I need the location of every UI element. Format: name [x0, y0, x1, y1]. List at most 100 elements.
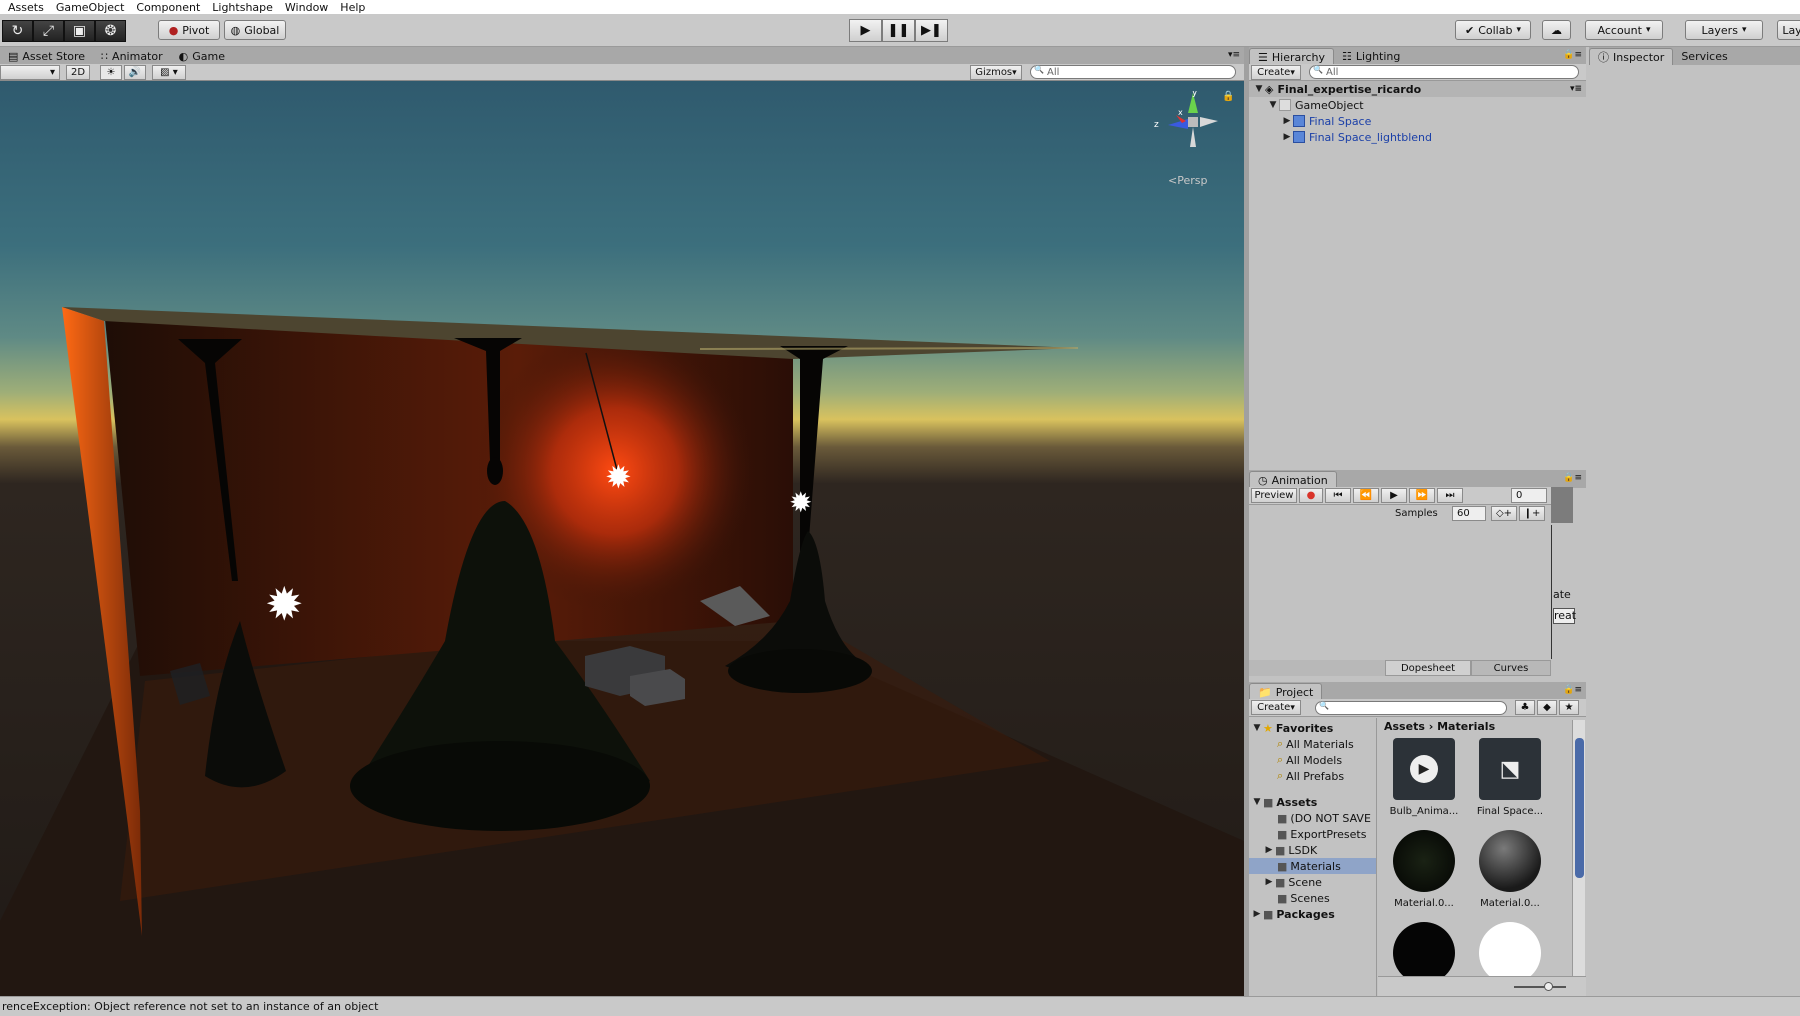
- projection-label[interactable]: <Persp: [1168, 174, 1207, 187]
- tab-hierarchy[interactable]: ☰ Hierarchy: [1249, 48, 1335, 65]
- collapse-arrow-icon[interactable]: ▶: [1281, 116, 1293, 126]
- tab-lighting[interactable]: ☷ Lighting: [1334, 48, 1408, 65]
- pause-icon[interactable]: ❚❚: [882, 19, 915, 42]
- favorite-item[interactable]: ⌕ All Prefabs: [1249, 768, 1376, 784]
- size-slider-handle[interactable]: [1544, 982, 1553, 991]
- preview-toggle[interactable]: Preview: [1251, 488, 1297, 503]
- favorites-row[interactable]: ▼ ★ Favorites: [1249, 720, 1376, 736]
- filter-label-button[interactable]: ◆: [1537, 700, 1557, 715]
- favorite-item[interactable]: ⌕ All Materials: [1249, 736, 1376, 752]
- menu-component[interactable]: Component: [136, 1, 200, 14]
- scrollbar-thumb[interactable]: [1575, 738, 1584, 878]
- add-event-button[interactable]: ❙+: [1519, 506, 1545, 521]
- expand-arrow-icon[interactable]: ▼: [1251, 797, 1263, 807]
- panel-menu-icon[interactable]: 🔒≡: [1563, 685, 1582, 695]
- project-create-button[interactable]: Create: [1251, 700, 1301, 715]
- samples-field[interactable]: 60: [1452, 506, 1486, 521]
- transform-tool-icon[interactable]: ❂: [95, 20, 126, 42]
- audio-toggle[interactable]: 🔊: [124, 65, 146, 80]
- scene-menu-icon[interactable]: ▾≡: [1570, 84, 1582, 94]
- scale-tool-icon[interactable]: ⤢: [33, 20, 64, 42]
- point-light-gizmo-icon[interactable]: ✹: [265, 581, 304, 627]
- assets-row[interactable]: ▼ ■ Assets: [1249, 794, 1376, 810]
- favorite-button[interactable]: ★: [1559, 700, 1579, 715]
- panel-menu-icon[interactable]: ▾≡: [1228, 50, 1240, 60]
- record-button[interactable]: ●: [1299, 488, 1323, 503]
- folder-item-selected[interactable]: ■ Materials: [1249, 858, 1376, 874]
- collapse-arrow-icon[interactable]: ▶: [1281, 132, 1293, 142]
- project-search-input[interactable]: [1315, 701, 1507, 715]
- play-button[interactable]: ▶: [1381, 488, 1407, 503]
- filter-type-button[interactable]: ♣: [1515, 700, 1535, 715]
- gizmos-dropdown[interactable]: Gizmos: [970, 65, 1022, 80]
- scene-row[interactable]: ▼ ◈ Final_expertise_ricardo ▾≡: [1249, 81, 1586, 97]
- pivot-button[interactable]: ● Pivot: [158, 20, 220, 40]
- orientation-gizmo[interactable]: y z x: [1148, 88, 1228, 161]
- hierarchy-item[interactable]: ▶ Final Space: [1249, 113, 1586, 129]
- global-button[interactable]: ◍ Global: [224, 20, 286, 40]
- menu-gameobject[interactable]: GameObject: [56, 1, 125, 14]
- breadcrumb-assets[interactable]: Assets: [1384, 720, 1425, 733]
- step-icon[interactable]: ▶❚: [915, 19, 948, 42]
- collapse-arrow-icon[interactable]: ▶: [1251, 909, 1263, 919]
- tab-inspector[interactable]: ⓘ Inspector: [1589, 48, 1674, 65]
- rotate-tool-icon[interactable]: ↻: [2, 20, 33, 42]
- tab-curves[interactable]: Curves: [1471, 660, 1551, 676]
- next-key-button[interactable]: ⏩: [1409, 488, 1435, 503]
- breadcrumb-materials[interactable]: Materials: [1437, 720, 1495, 733]
- account-button[interactable]: Account: [1585, 20, 1663, 40]
- folder-item[interactable]: ▶ ■ LSDK: [1249, 842, 1376, 858]
- frame-field[interactable]: 0: [1511, 488, 1547, 503]
- shading-mode-dropdown[interactable]: ▾: [0, 65, 60, 80]
- tab-asset-store[interactable]: ▤ Asset Store: [0, 48, 93, 65]
- panel-menu-icon[interactable]: 🔒≡: [1563, 50, 1582, 60]
- expand-arrow-icon[interactable]: ▼: [1251, 723, 1263, 733]
- asset-tile[interactable]: ⬔ Final Space...: [1470, 738, 1550, 817]
- size-slider[interactable]: [1514, 986, 1566, 988]
- asset-tile[interactable]: ▶ Bulb_Anima...: [1384, 738, 1464, 817]
- menu-window[interactable]: Window: [285, 1, 328, 14]
- expand-arrow-icon[interactable]: ▼: [1267, 100, 1279, 110]
- status-bar[interactable]: renceException: Object reference not set…: [0, 996, 1800, 1016]
- menu-assets[interactable]: Assets: [8, 1, 44, 14]
- asset-scrollbar[interactable]: [1572, 720, 1585, 976]
- hierarchy-item[interactable]: ▼ GameObject: [1249, 97, 1586, 113]
- scene-viewport[interactable]: ✹ ✹ ✹ y z x <Persp 🔒: [0, 81, 1244, 996]
- hierarchy-item[interactable]: ▶ Final Space_lightblend: [1249, 129, 1586, 145]
- tab-animator[interactable]: ∷ Animator: [93, 48, 171, 65]
- point-light-gizmo-icon[interactable]: ✹: [605, 461, 632, 493]
- rect-tool-icon[interactable]: ▣: [64, 20, 95, 42]
- layout-button[interactable]: Lay: [1777, 20, 1800, 40]
- create-clip-button[interactable]: reat: [1553, 608, 1576, 624]
- scene-search-input[interactable]: All: [1030, 65, 1236, 79]
- hierarchy-search-input[interactable]: All: [1309, 65, 1579, 79]
- folder-item[interactable]: ■ (DO NOT SAVE: [1249, 810, 1376, 826]
- 2d-toggle[interactable]: 2D: [66, 65, 90, 80]
- effects-dropdown[interactable]: ▨ ▾: [152, 65, 186, 80]
- folder-item[interactable]: ▶ ■ Scene: [1249, 874, 1376, 890]
- tab-project[interactable]: 📁 Project: [1249, 683, 1323, 700]
- favorite-item[interactable]: ⌕ All Models: [1249, 752, 1376, 768]
- folder-item[interactable]: ■ Scenes: [1249, 890, 1376, 906]
- point-light-gizmo-icon[interactable]: ✹: [789, 489, 812, 517]
- lighting-toggle[interactable]: ☀: [100, 65, 122, 80]
- timeline-ruler[interactable]: [1551, 487, 1573, 523]
- collapse-arrow-icon[interactable]: ▶: [1263, 845, 1275, 855]
- tab-dopesheet[interactable]: Dopesheet: [1385, 660, 1471, 676]
- play-icon[interactable]: ▶: [849, 19, 882, 42]
- tab-services[interactable]: Services: [1673, 48, 1735, 65]
- layers-button[interactable]: Layers: [1685, 20, 1763, 40]
- lock-icon[interactable]: 🔒: [1222, 91, 1234, 102]
- hierarchy-create-button[interactable]: Create: [1251, 65, 1301, 80]
- tab-animation[interactable]: ◷ Animation: [1249, 471, 1337, 488]
- asset-tile[interactable]: Material.0...: [1470, 830, 1550, 909]
- prev-key-button[interactable]: ⏪: [1353, 488, 1379, 503]
- first-key-button[interactable]: ⏮: [1325, 488, 1351, 503]
- folder-item[interactable]: ■ ExportPresets: [1249, 826, 1376, 842]
- expand-arrow-icon[interactable]: ▼: [1253, 84, 1265, 94]
- menu-help[interactable]: Help: [340, 1, 365, 14]
- add-keyframe-button[interactable]: ◇+: [1491, 506, 1517, 521]
- collapse-arrow-icon[interactable]: ▶: [1263, 877, 1275, 887]
- panel-menu-icon[interactable]: 🔒≡: [1563, 473, 1582, 483]
- packages-row[interactable]: ▶ ■ Packages: [1249, 906, 1376, 922]
